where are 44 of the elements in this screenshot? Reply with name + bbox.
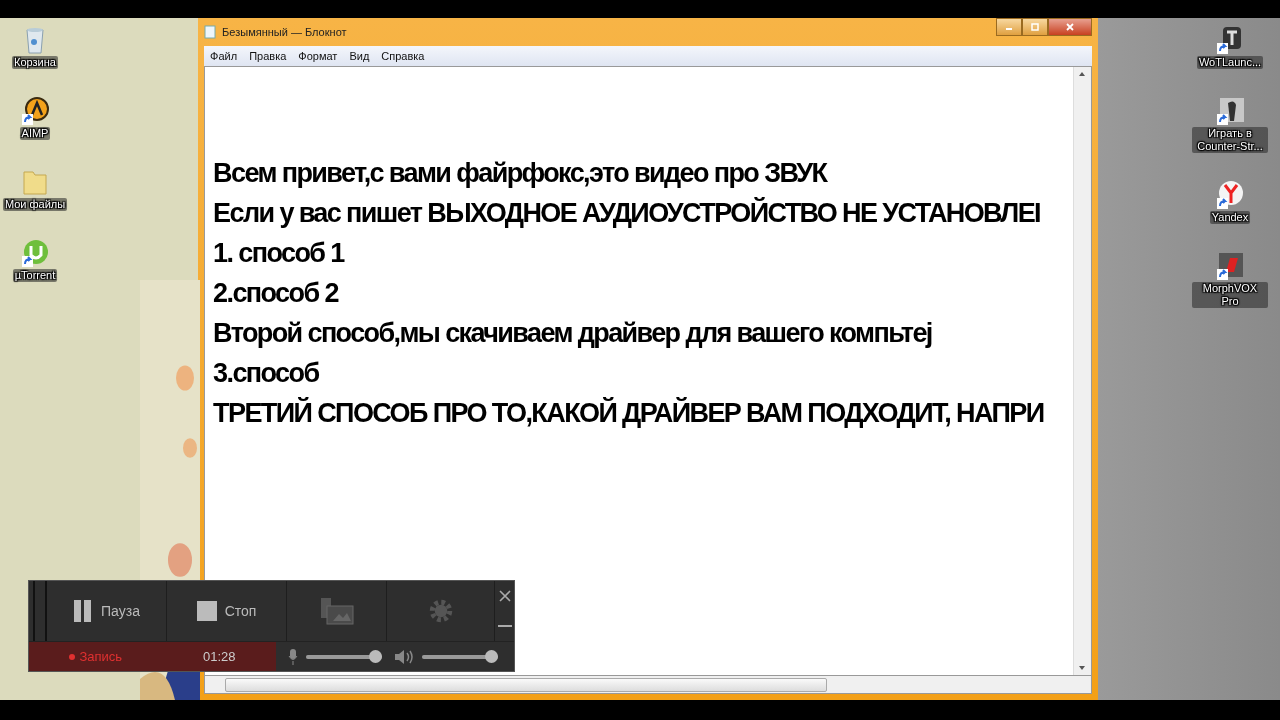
text-line: 3.способ (213, 357, 319, 390)
desktop-shortcut[interactable]: Мои файлы (0, 166, 70, 211)
horizontal-scrollbar[interactable] (204, 676, 1092, 694)
text-line: Если у вас пишет ВЫХОДНОЕ АУДИОУСТРОЙСТВО НЕ УСТАНОВЛЕI (213, 196, 1040, 230)
text-line: Второй способ,мы скачиваем драйвер для вашего компьтеј (213, 317, 932, 350)
scroll-down-icon (1078, 665, 1087, 671)
menu-item[interactable]: Формат (298, 50, 338, 62)
media-gallery-icon (318, 596, 355, 626)
minimize-button[interactable] (995, 18, 1022, 36)
maximize-button[interactable] (1021, 18, 1048, 36)
record-dot-icon (69, 653, 76, 660)
notepad-icon (204, 25, 217, 39)
menu-item[interactable]: Справка (381, 50, 425, 62)
close-icon (497, 589, 512, 603)
desktop-shortcut[interactable]: Играть в Counter-Str... (1192, 95, 1268, 153)
text-line: 1. способ 1 (213, 237, 344, 270)
close-icon (1064, 23, 1075, 31)
text-line: ТРЕТИЙ СПОСОБ ПРО ТО,КАКОЙ ДРАЙВЕР ВАМ ПОДХОДИТ, НАПРИ (213, 396, 1044, 430)
minimize-icon (497, 625, 512, 627)
close-button[interactable] (1047, 18, 1092, 36)
scroll-up-icon (1078, 71, 1087, 77)
desktop-shortcut[interactable]: µTorrent (0, 237, 70, 282)
menu-item[interactable]: Файл (210, 50, 238, 62)
text-line: 2.способ 2 (213, 277, 338, 310)
elapsed-time: 01:28 (203, 649, 236, 664)
scroll-thumb[interactable] (225, 677, 828, 692)
window-title: Безымянный — Блокнот (222, 26, 348, 38)
desktop-shortcut[interactable]: Yandex (1192, 179, 1268, 224)
microphone-icon (288, 648, 298, 665)
volume-slider[interactable] (422, 650, 498, 663)
menu-item[interactable]: Правка (249, 50, 287, 62)
desktop-shortcut[interactable]: AIMP (0, 95, 70, 140)
stop-icon (196, 600, 217, 622)
vertical-scrollbar[interactable] (1072, 67, 1091, 675)
desktop-shortcut[interactable]: WoTLaunc... (1192, 24, 1268, 69)
microphone-slider[interactable] (306, 650, 382, 663)
maximize-icon (1029, 23, 1040, 31)
recording-label: Запись (69, 649, 123, 664)
speaker-icon (394, 648, 414, 665)
pause-icon (73, 600, 94, 622)
menu-item[interactable]: Вид (349, 50, 370, 62)
text-line: Всем привет,с вами файрфокс,это видео про ЗВУК (213, 157, 827, 190)
desktop-shortcut[interactable]: MorphVOX Pro (1192, 250, 1268, 308)
desktop-shortcut[interactable]: Корзина (0, 24, 70, 69)
